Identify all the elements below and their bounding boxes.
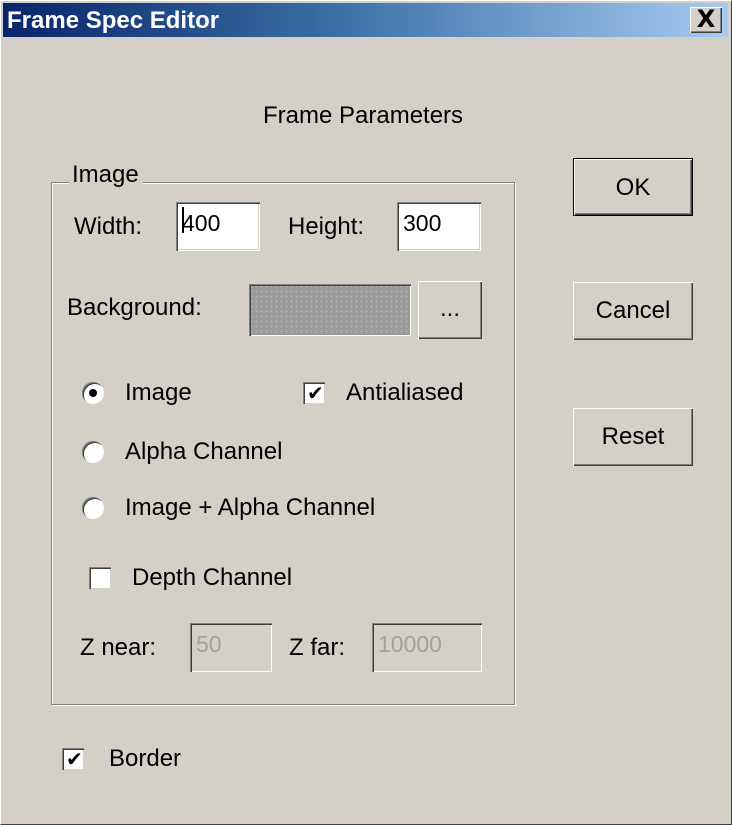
width-value: 400 (182, 210, 221, 236)
browse-button-label: ... (439, 295, 460, 322)
radio-image-alpha-label: Image + Alpha Channel (125, 494, 376, 521)
radio-image-alpha[interactable] (82, 497, 104, 519)
checkmark-icon: ✔ (66, 747, 83, 771)
radio-image[interactable] (82, 382, 104, 404)
width-input[interactable]: 400 (176, 202, 260, 251)
z-near-label: Z near: (80, 634, 157, 661)
frame-parameters-heading: Frame Parameters (263, 102, 464, 129)
title-bar[interactable]: Frame Spec Editor X (3, 3, 728, 37)
height-input[interactable]: 300 (397, 202, 481, 251)
cancel-button-label: Cancel (595, 297, 671, 324)
depth-channel-checkbox[interactable] (89, 567, 111, 589)
window-title: Frame Spec Editor (7, 7, 220, 34)
radio-alpha-channel-label: Alpha Channel (125, 438, 283, 465)
background-browse-button[interactable]: ... (418, 281, 482, 339)
border-label: Border (109, 745, 182, 772)
z-far-input[interactable]: 10000 (372, 623, 482, 672)
dialog-window: Frame Spec Editor X Frame Parameters Ima… (0, 0, 732, 825)
close-icon: X (696, 5, 716, 33)
z-near-value: 50 (196, 631, 222, 657)
radio-image-label: Image (125, 379, 192, 406)
close-button[interactable]: X (690, 5, 722, 33)
ok-button-label: OK (615, 174, 651, 201)
border-checkbox[interactable]: ✔ (62, 748, 84, 770)
radio-alpha-channel[interactable] (82, 441, 104, 463)
depth-channel-label: Depth Channel (132, 564, 293, 591)
z-far-label: Z far: (289, 634, 346, 661)
reset-button[interactable]: Reset (573, 408, 693, 466)
radio-selected-dot (89, 389, 97, 397)
checkmark-icon: ✔ (307, 381, 324, 405)
z-far-value: 10000 (378, 631, 442, 657)
background-label: Background: (67, 294, 202, 321)
ok-button[interactable]: OK (573, 158, 693, 216)
antialiased-checkbox[interactable]: ✔ (303, 382, 325, 404)
height-label: Height: (288, 213, 365, 240)
z-near-input[interactable]: 50 (190, 623, 272, 672)
antialiased-label: Antialiased (346, 379, 464, 406)
text-caret (182, 207, 184, 233)
background-color-swatch[interactable] (249, 284, 411, 336)
reset-button-label: Reset (601, 423, 665, 450)
height-value: 300 (403, 210, 442, 236)
width-label: Width: (74, 213, 143, 240)
cancel-button[interactable]: Cancel (573, 282, 693, 340)
image-group-legend: Image (69, 161, 143, 189)
